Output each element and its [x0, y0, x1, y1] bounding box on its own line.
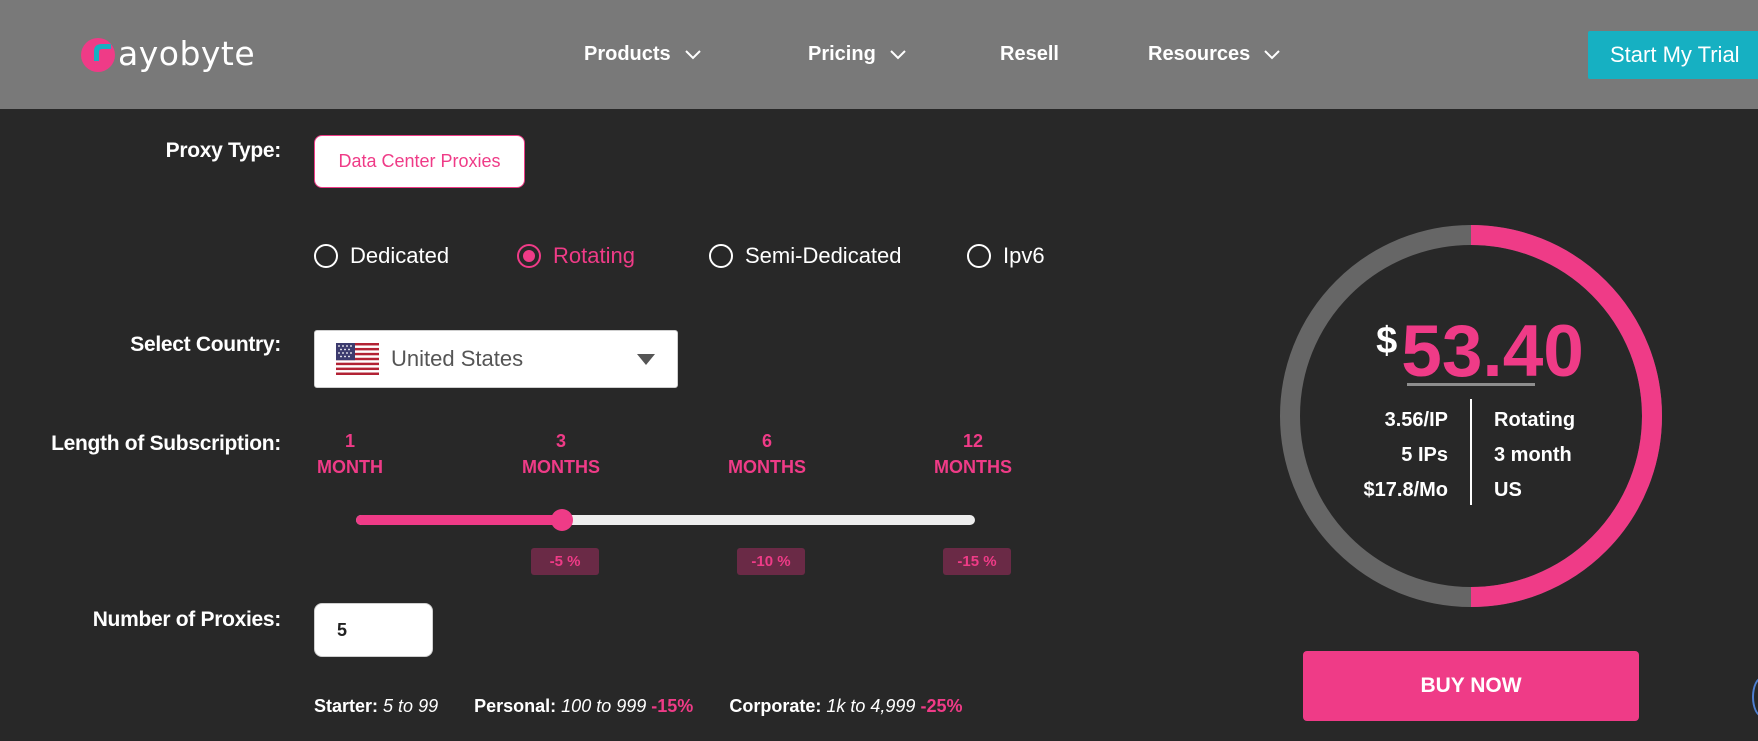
- subscription-slider-thumb[interactable]: [551, 509, 574, 531]
- tier-corporate-range: 1k to 4,999: [826, 696, 916, 716]
- tier-starter-name: Starter:: [314, 696, 379, 716]
- country-select[interactable]: United States: [314, 330, 678, 388]
- country-value: United States: [391, 346, 524, 371]
- proxies-quantity-input[interactable]: 5: [314, 603, 433, 657]
- nav-pricing-label: Pricing: [808, 43, 876, 65]
- radio-semi-dedicated-label: Semi-Dedicated: [745, 243, 902, 268]
- subscription-label: Length of Subscription:: [51, 432, 281, 455]
- month-number: 12: [962, 431, 984, 451]
- ayobyte-logo-icon: [81, 37, 115, 72]
- chevron-down-icon: [1264, 49, 1280, 59]
- ip-count: 5 IPs: [1401, 444, 1448, 466]
- month-option-1[interactable]: 1 MONTH: [300, 428, 400, 480]
- radio-rotating[interactable]: Rotating: [517, 243, 635, 269]
- discount-badge-3-months: -5 %: [531, 548, 599, 575]
- nav-resell-label: Resell: [1000, 43, 1059, 65]
- per-ip-price: 3.56/IP: [1384, 409, 1448, 431]
- tier-starter-range: 5 to 99: [383, 696, 439, 716]
- nav-resources-label: Resources: [1148, 43, 1251, 65]
- discount-badge-6-months: -10 %: [737, 548, 805, 575]
- month-unit: MONTHS: [522, 457, 600, 477]
- price-details-right: Rotating 3 month US: [1494, 403, 1634, 508]
- radio-ipv6[interactable]: Ipv6: [967, 243, 1045, 269]
- radio-ipv6-label: Ipv6: [1003, 243, 1045, 268]
- month-unit: MONTHS: [728, 457, 806, 477]
- volume-tiers: Starter: 5 to 99 Personal: 100 to 999 -1…: [314, 696, 962, 717]
- subscription-slider-fill: [356, 515, 563, 525]
- nav-resell[interactable]: Resell: [1000, 0, 1059, 109]
- chevron-down-icon: [684, 49, 701, 59]
- caret-down-icon: [637, 354, 655, 365]
- radio-rotating-label: Rotating: [553, 243, 635, 268]
- tier-corporate-discount: -25%: [920, 696, 963, 716]
- top-navbar: ayobyte Products Pricing Resell Resource…: [0, 0, 1758, 109]
- country-label: Select Country:: [130, 333, 281, 356]
- month-number: 6: [761, 431, 772, 451]
- chat-widget-edge[interactable]: [1752, 677, 1758, 717]
- buy-now-button[interactable]: BUY NOW: [1303, 651, 1639, 721]
- nav-resources[interactable]: Resources: [1148, 0, 1280, 109]
- price-display: $ 53.40: [1355, 310, 1605, 394]
- tier-personal-range: 100 to 999: [561, 696, 647, 716]
- summary-term: 3 month: [1494, 444, 1572, 466]
- logo[interactable]: ayobyte: [80, 34, 255, 73]
- start-trial-button[interactable]: Start My Trial: [1588, 31, 1758, 79]
- radio-semi-dedicated[interactable]: Semi-Dedicated: [709, 243, 902, 269]
- price-underline: [1407, 383, 1535, 386]
- radio-circle: [314, 244, 338, 268]
- radio-dedicated[interactable]: Dedicated: [314, 243, 449, 269]
- month-option-6[interactable]: 6 MONTHS: [717, 428, 817, 480]
- us-flag-icon: [336, 343, 379, 375]
- month-unit: MONTH: [317, 457, 383, 477]
- nav-products[interactable]: Products: [584, 0, 701, 109]
- subscription-slider-track[interactable]: [356, 515, 975, 525]
- radio-circle: [967, 244, 991, 268]
- summary-type: Rotating: [1494, 409, 1576, 431]
- month-unit: MONTHS: [934, 457, 1012, 477]
- month-number: 1: [344, 431, 355, 451]
- nav-products-label: Products: [584, 43, 671, 65]
- price-value: 53.40: [1401, 311, 1584, 392]
- radio-circle-selected: [517, 244, 541, 268]
- details-divider: [1470, 399, 1472, 505]
- tier-personal-name: Personal:: [474, 696, 557, 716]
- month-option-12[interactable]: 12 MONTHS: [923, 428, 1023, 480]
- month-number: 3: [555, 431, 566, 451]
- summary-country: US: [1494, 479, 1522, 501]
- radio-dedicated-label: Dedicated: [350, 243, 450, 268]
- price-details-left: 3.56/IP 5 IPs $17.8/Mo: [1290, 403, 1448, 508]
- chevron-down-icon: [890, 49, 906, 59]
- proxy-type-label: Proxy Type:: [165, 139, 282, 162]
- monthly-price: $17.8/Mo: [1363, 479, 1448, 501]
- tier-corporate-name: Corporate:: [729, 696, 822, 716]
- discount-badge-12-months: -15 %: [943, 548, 1011, 575]
- month-option-3[interactable]: 3 MONTHS: [511, 428, 611, 480]
- proxy-type-button[interactable]: Data Center Proxies: [314, 135, 525, 188]
- price-currency: $: [1376, 320, 1398, 362]
- tier-personal-discount: -15%: [651, 696, 694, 716]
- radio-circle: [709, 244, 733, 268]
- logo-text: ayobyte: [118, 34, 256, 73]
- nav-pricing[interactable]: Pricing: [808, 0, 906, 109]
- proxies-label: Number of Proxies:: [92, 608, 282, 631]
